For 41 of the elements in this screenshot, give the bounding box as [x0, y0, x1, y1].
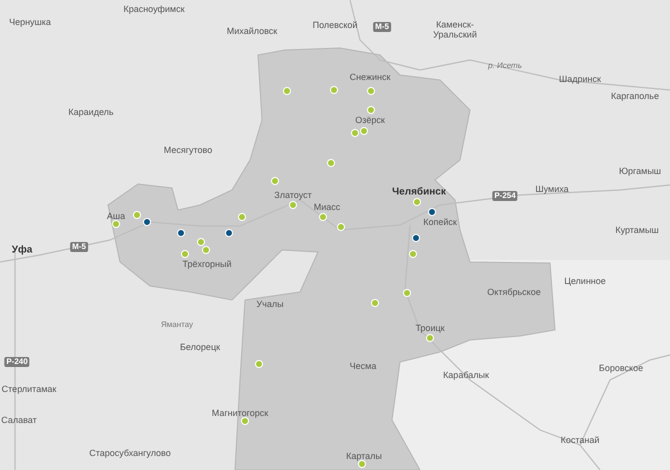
- place-label: Месягутово: [164, 144, 212, 156]
- place-label: Аша: [106, 210, 126, 222]
- place-label: Трёхгорный: [182, 258, 232, 270]
- road-number-shield: М-5: [373, 22, 391, 32]
- place-label: Белорецк: [180, 342, 220, 352]
- city-label: Челябинск: [392, 186, 446, 198]
- road-number-shield: Р-240: [4, 357, 30, 367]
- place-label: Шадринск: [559, 74, 601, 84]
- place-label: Каргаполье: [611, 90, 659, 102]
- place-label: Миасс: [314, 202, 340, 212]
- city-label: Уфа: [12, 244, 32, 256]
- road-number-shield: М-5: [70, 242, 88, 252]
- place-label: Троицк: [415, 322, 445, 334]
- place-label: Чесма: [350, 360, 376, 372]
- place-label: Михайловск: [226, 26, 278, 36]
- river-label: р. Исеть: [488, 61, 522, 71]
- place-label: Шумиха: [535, 184, 569, 194]
- place-label: Каменск-Уральский: [432, 20, 478, 40]
- place-label: Полевской: [312, 20, 358, 30]
- place-label: Озёрск: [355, 114, 385, 126]
- place-label: Карталы: [346, 450, 382, 462]
- place-label: Златоуст: [274, 190, 312, 200]
- place-label: Боровское: [598, 362, 644, 374]
- place-label: Караидель: [68, 106, 114, 118]
- place-label: Учалы: [256, 298, 284, 310]
- place-label: Стерлитамак: [2, 384, 56, 394]
- place-label: Копейск: [423, 216, 457, 228]
- place-label: Костанай: [560, 434, 600, 446]
- road-number-shield: Р-254: [492, 191, 518, 201]
- place-label: Целинное: [564, 276, 606, 286]
- place-label: Салават: [1, 414, 37, 426]
- peak-label: Ямантау: [160, 320, 194, 330]
- place-label: Чернушка: [9, 16, 51, 28]
- place-label: Октябрьское: [487, 286, 541, 298]
- place-label: Магнитогорск: [212, 408, 268, 418]
- place-label: Куртамыш: [615, 224, 659, 236]
- place-label: Красноуфимск: [123, 4, 185, 14]
- place-label: Старосубхангулово: [89, 448, 171, 458]
- place-label: Карабалык: [443, 370, 489, 380]
- place-label: Снежинск: [350, 72, 390, 82]
- place-label: Юргамыш: [618, 166, 662, 176]
